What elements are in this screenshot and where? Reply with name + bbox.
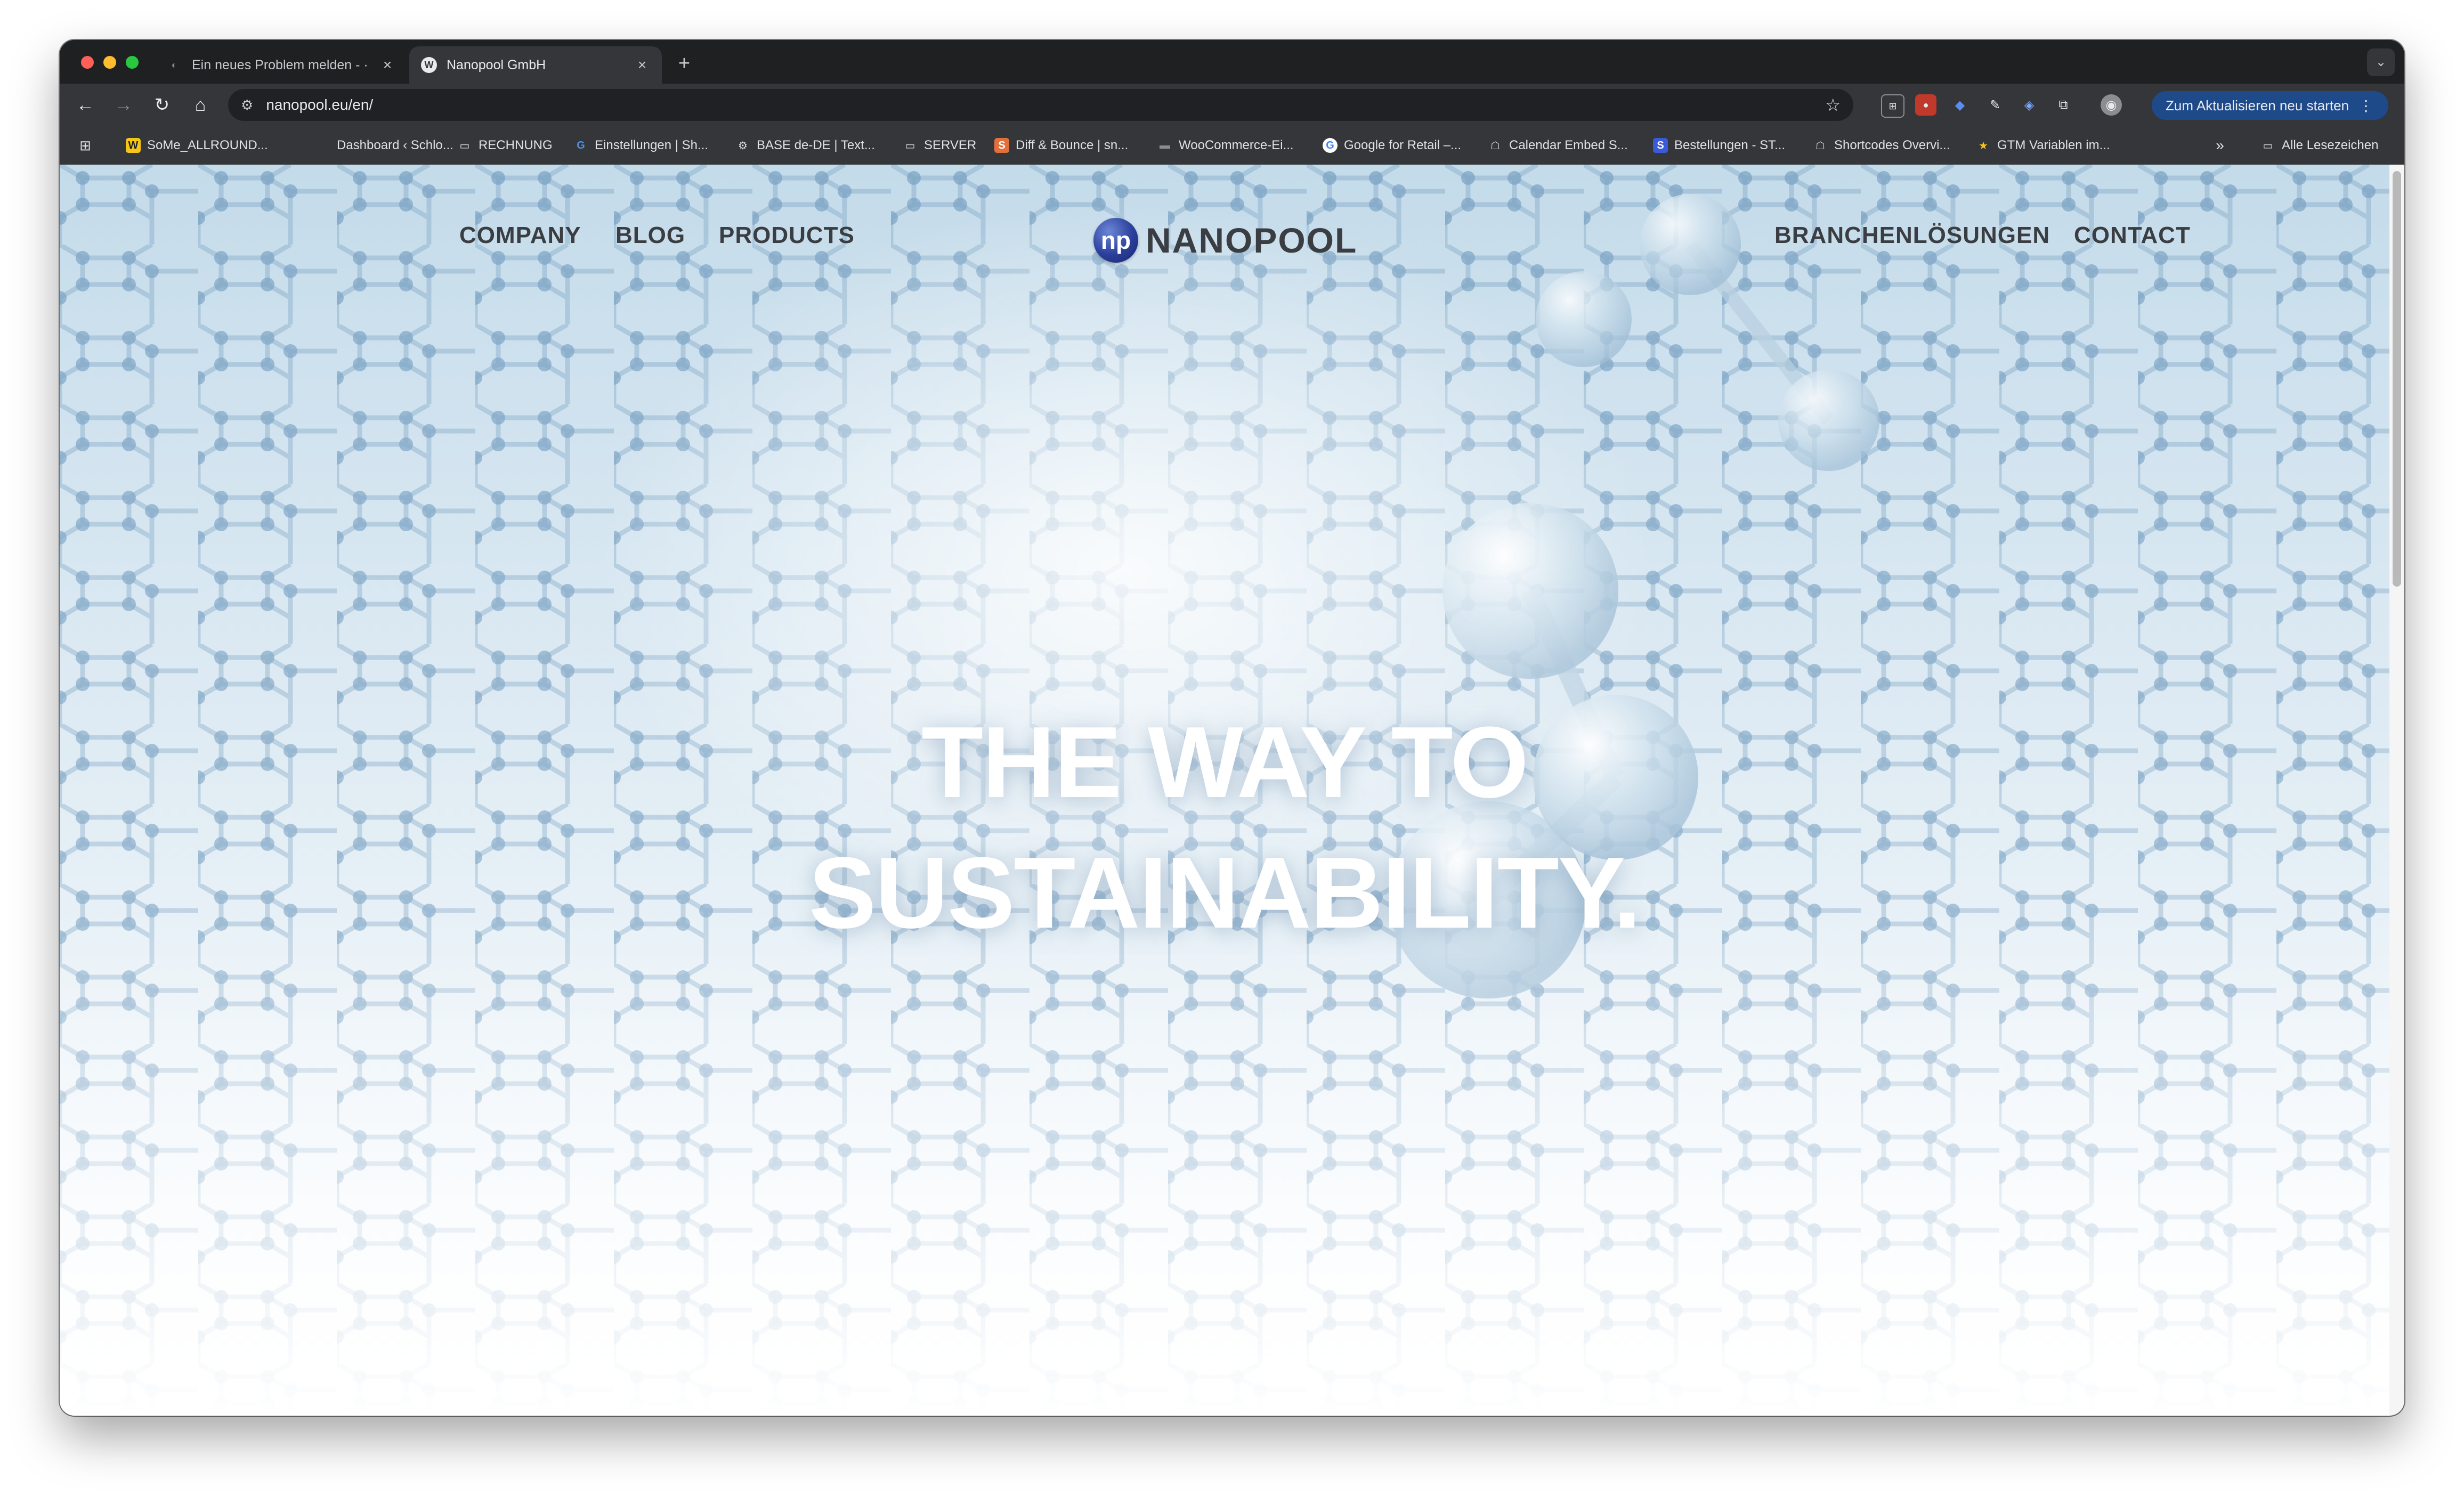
extension-icon[interactable]: ⊞	[1881, 94, 1904, 118]
bookmark-folder[interactable]: ▭ SERVER	[903, 126, 977, 165]
site-info-icon[interactable]: ⚙	[241, 97, 253, 113]
google-icon: G	[1323, 138, 1338, 153]
bookmark-star-icon[interactable]: ☆	[1825, 95, 1841, 115]
bookmark-favicon-icon: ▬	[1160, 139, 1170, 151]
folder-icon: ▭	[2263, 140, 2273, 152]
bookmark-folder[interactable]: ▭ RECHNUNG	[457, 126, 553, 165]
hero-line-1: THE WAY TO	[921, 706, 1529, 819]
tag-icon[interactable]: ◆	[1949, 94, 1971, 116]
bookmark-item[interactable]: ▬ WooCommerce-Ei...	[1157, 126, 1294, 165]
toolbar: ← → ↻ ⌂ ⚙ nanopool.eu/en/ ☆ ⊞ ● ◆ ✎ ◈ ⧉ …	[60, 84, 2404, 126]
bookmark-favicon-icon: G	[577, 139, 585, 151]
bookmark-favicon-icon: S	[994, 138, 1009, 153]
nanopool-logo[interactable]: np NANOPOOL	[1093, 218, 1357, 263]
bookmark-item[interactable]: ☖ Calendar Embed S...	[1488, 126, 1628, 165]
bookmark-favicon-icon	[315, 138, 330, 153]
github-icon: ◐	[171, 59, 177, 70]
all-bookmarks-folder[interactable]: ▭ Alle Lesezeichen	[2260, 126, 2379, 165]
nav-company-link[interactable]: COMPANY	[459, 222, 581, 249]
home-button[interactable]: ⌂	[187, 91, 214, 119]
hero-line-2: SUSTAINABILITY.	[808, 837, 1641, 949]
tab-search-button[interactable]: ⌄	[2367, 48, 2395, 76]
tab-title: Nanopool GmbH	[447, 57, 546, 72]
url-text[interactable]: nanopool.eu/en/	[266, 96, 1825, 113]
reload-button[interactable]: ↻	[148, 91, 176, 119]
bookmark-item[interactable]: ★ GTM Variablen im...	[1976, 126, 2110, 165]
hero-headline: THE WAY TO SUSTAINABILITY.	[60, 697, 2389, 959]
bookmark-item[interactable]: G Einstellungen | Sh...	[573, 126, 708, 165]
update-restart-button[interactable]: Zum Aktualisieren neu starten ⋮	[2152, 91, 2388, 120]
scrollbar-thumb[interactable]	[2393, 171, 2401, 587]
browser-window: ◐ Ein neues Problem melden - · × W Nanop…	[60, 40, 2404, 1416]
logo-text: NANOPOOL	[1146, 221, 1358, 260]
nav-blog-link[interactable]: BLOG	[615, 222, 685, 249]
puzzle-icon[interactable]: ⧉	[2053, 94, 2074, 116]
logo-mark-icon: np	[1093, 218, 1138, 263]
bookmark-item[interactable]: ⚙ BASE de-DE | Text...	[735, 126, 875, 165]
tab-problem-report[interactable]: ◐ Ein neues Problem melden - · ×	[155, 46, 407, 84]
forward-button[interactable]: →	[110, 91, 137, 119]
maximize-window-button[interactable]	[126, 56, 139, 69]
minimize-window-button[interactable]	[103, 56, 116, 69]
back-button[interactable]: ←	[71, 91, 99, 119]
bookmark-favicon-icon: ☖	[1815, 140, 1825, 152]
bookmark-favicon-icon: S	[1653, 138, 1668, 153]
close-icon[interactable]: ×	[379, 56, 395, 74]
folder-icon: ▭	[459, 140, 470, 152]
nav-branchenloesungen-link[interactable]: BRANCHENLÖSUNGEN	[1774, 222, 2050, 249]
bookmark-favicon-icon: W	[126, 138, 141, 153]
eyedropper-icon[interactable]: ✎	[1984, 94, 2006, 116]
bookmark-item[interactable]: Dashboard ‹ Schlo...	[315, 126, 453, 165]
label-icon[interactable]: ◈	[2019, 94, 2040, 116]
update-label: Zum Aktualisieren neu starten	[2166, 97, 2349, 113]
new-tab-button[interactable]: +	[670, 50, 698, 77]
bookmark-favicon-icon: ☖	[1490, 140, 1500, 152]
bookmark-item[interactable]: ☖ Shortcodes Overvi...	[1813, 126, 1950, 165]
extension-badge-icon[interactable]: ●	[1915, 94, 1936, 116]
close-icon[interactable]: ×	[634, 56, 650, 74]
bookmark-item[interactable]: S Diff & Bounce | sn...	[994, 126, 1128, 165]
tab-title: Ein neues Problem melden - ·	[192, 57, 368, 72]
tab-strip: ◐ Ein neues Problem melden - · × W Nanop…	[60, 40, 2404, 84]
wordpress-icon: W	[421, 57, 437, 73]
address-bar[interactable]: ⚙ nanopool.eu/en/ ☆	[228, 89, 1853, 121]
gear-icon: ⚙	[738, 140, 748, 152]
bookmark-item[interactable]: G Google for Retail –...	[1323, 126, 1461, 165]
nav-contact-link[interactable]: CONTACT	[2074, 222, 2191, 249]
bookmarks-bar: ⊞ W SoMe_ALLROUND... Dashboard ‹ Schlo...…	[60, 126, 2404, 166]
folder-icon: ▭	[905, 140, 915, 152]
tab-nanopool[interactable]: W Nanopool GmbH ×	[409, 46, 662, 84]
profile-avatar[interactable]: ◉	[2101, 94, 2122, 116]
apps-icon[interactable]: ⊞	[78, 126, 99, 165]
bookmark-item[interactable]: W SoMe_ALLROUND...	[126, 126, 268, 165]
bookmark-item[interactable]: S Bestellungen - ST...	[1653, 126, 1785, 165]
star-icon: ★	[1979, 140, 1988, 152]
menu-dots-icon: ⋮	[2358, 97, 2373, 114]
close-window-button[interactable]	[81, 56, 94, 69]
page-viewport: COMPANY BLOG PRODUCTS np NANOPOOL BRANCH…	[60, 165, 2389, 1416]
nav-products-link[interactable]: PRODUCTS	[719, 222, 855, 249]
more-bookmarks-icon[interactable]: »	[2212, 126, 2234, 165]
